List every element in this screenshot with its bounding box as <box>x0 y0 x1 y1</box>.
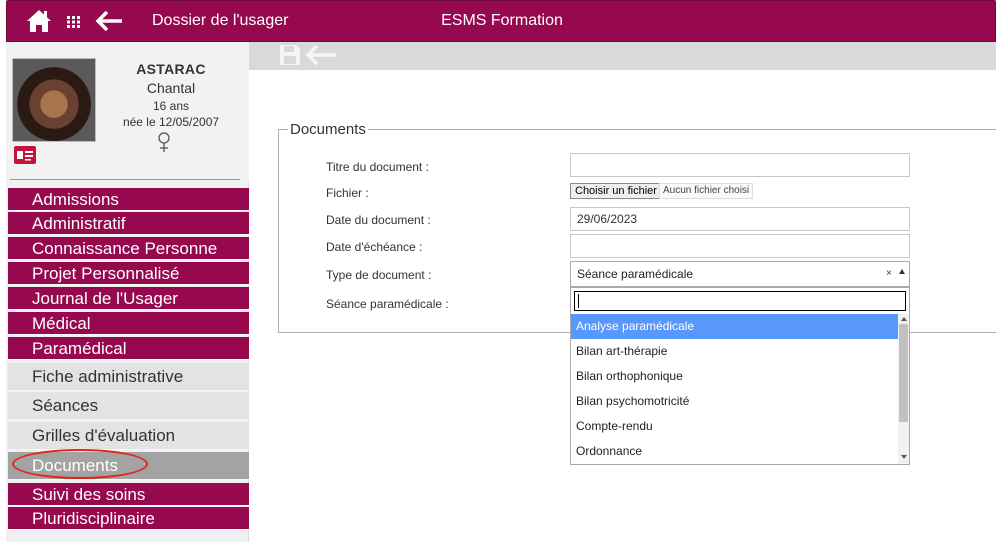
menu-item-pluridisciplinaire[interactable]: Pluridisciplinaire <box>8 507 249 530</box>
file-status: Aucun fichier choisi <box>659 183 754 199</box>
left-panel: ASTARAC Chantal 16 ans née le 12/05/2007… <box>6 42 249 542</box>
content-toolbar <box>249 42 996 70</box>
chevron-up-icon[interactable] <box>899 269 905 274</box>
menu-item-journal-usager[interactable]: Journal de l'Usager <box>8 287 249 310</box>
scrollbar-thumb[interactable] <box>899 324 908 422</box>
menu-item-connaissance-personne[interactable]: Connaissance Personne <box>8 237 249 260</box>
dropdown-option[interactable]: Bilan psychomotricité <box>571 389 898 414</box>
patient-last-name: ASTARAC <box>136 61 206 77</box>
label-seance: Séance paramédicale : <box>326 297 449 311</box>
titre-input[interactable] <box>570 153 910 177</box>
menu-item-admissions[interactable]: Admissions <box>8 188 249 211</box>
female-icon <box>158 132 170 152</box>
text-caret <box>578 294 579 308</box>
app-title: ESMS Formation <box>441 12 563 29</box>
dropdown-option[interactable]: Compte-rendu <box>571 414 898 439</box>
type-select[interactable]: Séance paramédicale <box>570 261 910 287</box>
patient-profile: ASTARAC Chantal 16 ans née le 12/05/2007 <box>6 42 249 182</box>
label-echeance: Date d'échéance : <box>326 240 423 254</box>
patient-age: 16 ans <box>152 99 190 113</box>
dropdown-option[interactable]: Analyse paramédicale <box>571 314 898 339</box>
submenu-item-fiche-administrative[interactable]: Fiche administrative <box>8 363 249 391</box>
dropdown-option[interactable]: Bilan art-thérapie <box>571 339 898 364</box>
menu-item-medical[interactable]: Médical <box>8 312 249 335</box>
top-bar: Dossier de l'usager ESMS Formation <box>6 0 996 42</box>
menu-item-paramedical[interactable]: Paramédical <box>8 337 249 360</box>
label-titre: Titre du document : <box>326 160 429 174</box>
label-date: Date du document : <box>326 213 431 227</box>
dropdown-search-input[interactable] <box>574 291 906 311</box>
dropdown-option[interactable]: Bilan orthophonique <box>571 364 898 389</box>
patient-photo <box>12 58 96 142</box>
menu-item-administratif[interactable]: Administratif <box>8 212 249 235</box>
choose-file-button[interactable]: Choisir un fichier <box>570 183 662 199</box>
label-type: Type de document : <box>326 268 432 282</box>
date-input[interactable]: 29/06/2023 <box>570 207 910 231</box>
label-fichier: Fichier : <box>326 186 369 200</box>
submenu-item-seances[interactable]: Séances <box>8 392 249 420</box>
dropdown-option[interactable]: Ordonnance <box>571 439 898 464</box>
echeance-input[interactable] <box>570 234 910 258</box>
id-card-icon[interactable] <box>14 146 36 164</box>
fieldset-legend: Documents <box>288 121 368 138</box>
scroll-down-icon[interactable] <box>901 455 907 459</box>
patient-first-name: Chantal <box>146 80 196 96</box>
submenu-item-grilles-evaluation[interactable]: Grilles d'évaluation <box>8 422 249 450</box>
menu-item-projet-personnalise[interactable]: Projet Personnalisé <box>8 262 249 285</box>
annotation-ellipse <box>12 449 148 479</box>
scroll-up-icon[interactable] <box>901 317 907 321</box>
save-icon[interactable] <box>279 44 301 66</box>
back-arrow-icon[interactable] <box>305 43 339 67</box>
profile-divider <box>10 179 240 180</box>
clear-selection-icon[interactable]: × <box>886 268 892 279</box>
menu-item-suivi-soins[interactable]: Suivi des soins <box>8 483 249 506</box>
patient-birth-date: née le 12/05/2007 <box>122 115 220 129</box>
